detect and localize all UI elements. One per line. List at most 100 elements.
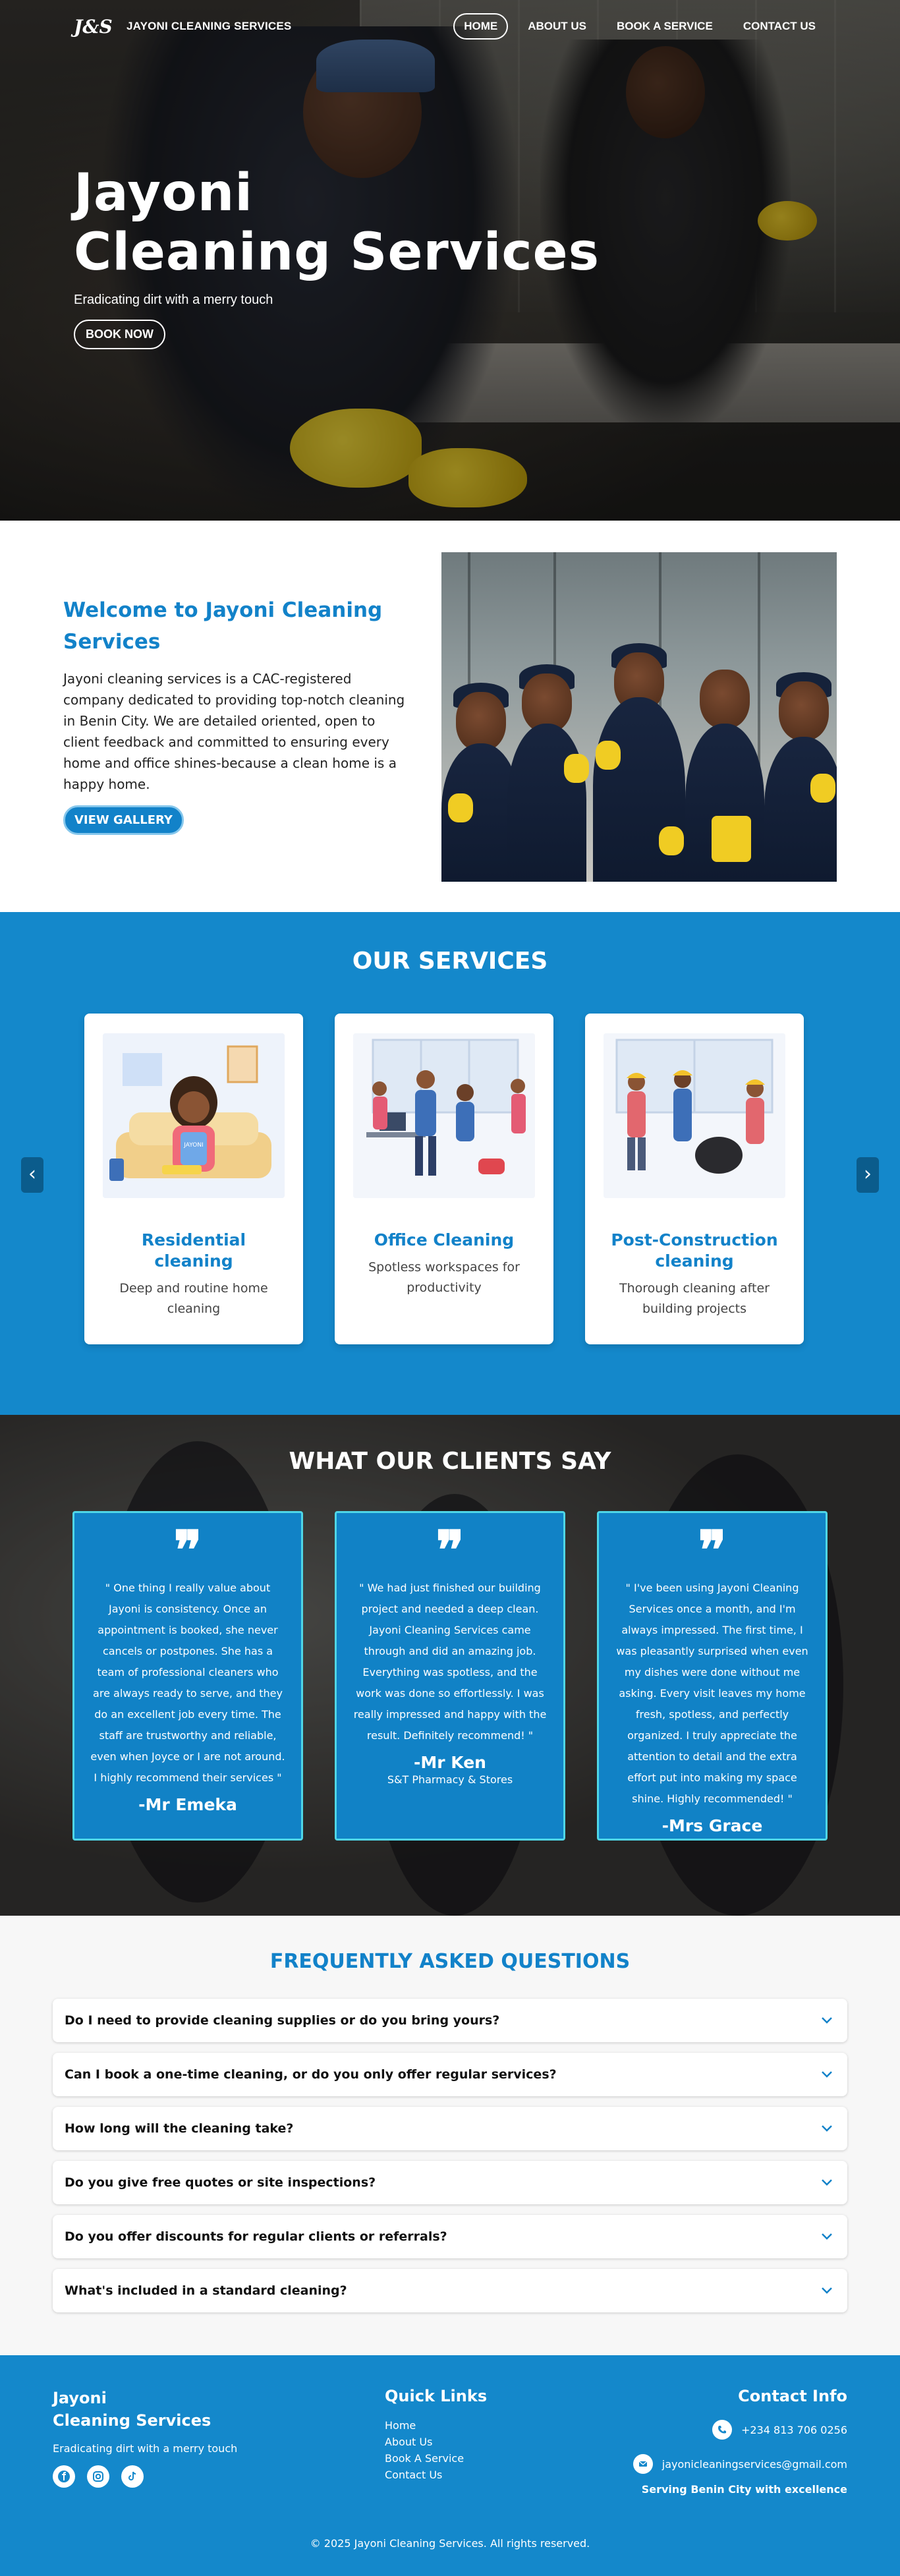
footer-contact: Contact Info +234 813 706 0256 jayonicle… — [633, 2387, 847, 2496]
welcome-title: Welcome to Jayoni Cleaning Services — [63, 598, 383, 654]
carousel-prev-button[interactable]: ‹ — [21, 1157, 43, 1193]
phone-icon — [712, 2420, 732, 2440]
nav-menu: HOME ABOUT US BOOK A SERVICE CONTACT US — [453, 13, 826, 40]
testimonial-card: ❞ " One thing I really value about Jayon… — [72, 1511, 303, 1841]
faq-item[interactable]: How long will the cleaning take? — [53, 2107, 847, 2150]
nav-contact-link[interactable]: CONTACT US — [733, 13, 826, 40]
service-card-title: Post-Construction cleaning — [611, 1230, 778, 1271]
hero-title-line-2: Cleaning Services — [74, 223, 600, 282]
faq-section: FREQUENTLY ASKED QUESTIONS Do I need to … — [0, 1916, 900, 2355]
footer-link-home[interactable]: Home — [385, 2417, 487, 2434]
faq-question: Do you offer discounts for regular clien… — [65, 2229, 447, 2244]
chevron-down-icon[interactable] — [818, 2228, 835, 2245]
apron-text: JAYONI — [183, 1142, 203, 1149]
faq-question: How long will the cleaning take? — [65, 2121, 294, 2136]
faq-list: Do I need to provide cleaning supplies o… — [53, 1999, 847, 2323]
tiktok-icon[interactable] — [121, 2465, 144, 2488]
nav-about-link[interactable]: ABOUT US — [517, 13, 597, 40]
service-card-description: Spotless workspaces for productivity — [368, 1260, 520, 1295]
service-card-description: Thorough cleaning after building project… — [619, 1281, 770, 1316]
faq-question: Can I book a one-time cleaning, or do yo… — [65, 2067, 557, 2082]
faq-item[interactable]: Do I need to provide cleaning supplies o… — [53, 1999, 847, 2042]
faq-question: Do you give free quotes or site inspecti… — [65, 2175, 376, 2190]
footer-brand: Jayoni Cleaning Services Eradicating dir… — [53, 2387, 237, 2488]
contact-email[interactable]: jayonicleaningservices@gmail.com — [633, 2454, 847, 2474]
footer-brand-line-1: Jayoni — [53, 2389, 107, 2407]
faq-question: What's included in a standard cleaning? — [65, 2283, 347, 2298]
testimonials-section: WHAT OUR CLIENTS SAY ❞ " One thing I rea… — [0, 1415, 900, 1916]
faq-item[interactable]: Can I book a one-time cleaning, or do yo… — [53, 2053, 847, 2096]
faq-item[interactable]: What's included in a standard cleaning? — [53, 2269, 847, 2312]
quick-links-list: Home About Us Book A Service Contact Us — [385, 2417, 487, 2483]
facebook-icon[interactable] — [53, 2465, 75, 2488]
copyright: © 2025 Jayoni Cleaning Services. All rig… — [310, 2537, 590, 2550]
quote-icon: ❞ — [436, 1519, 464, 1581]
testimonial-card: ❞ " I've been using Jayoni Cleaning Serv… — [597, 1511, 828, 1841]
service-card-post-construction[interactable]: Post-Construction cleaning Thorough clea… — [585, 1014, 804, 1344]
services-carousel: JAYONI Residential cleaning Deep and rou… — [84, 1014, 804, 1344]
service-card-office[interactable]: Office Cleaning Spotless workspaces for … — [335, 1014, 553, 1344]
welcome-description: Jayoni cleaning services is a CAC-regist… — [63, 671, 405, 792]
chevron-down-icon[interactable] — [818, 2012, 835, 2029]
brand-name[interactable]: JAYONI CLEANING SERVICES — [127, 20, 291, 33]
service-card-description: Deep and routine home cleaning — [119, 1281, 268, 1316]
services-section: OUR SERVICES ‹ › JAYONI Residential clea… — [0, 912, 900, 1415]
hero-content: Jayoni Cleaning Services Eradicating dir… — [74, 163, 600, 349]
chevron-down-icon[interactable] — [818, 2174, 835, 2191]
office-cleaning-illustration — [353, 1033, 535, 1198]
footer-link-book[interactable]: Book A Service — [385, 2450, 487, 2467]
footer-brand-line-2: Cleaning Services — [53, 2411, 211, 2430]
footer-link-contact[interactable]: Contact Us — [385, 2467, 487, 2483]
hero-title-line-1: Jayoni — [74, 163, 253, 223]
nav-book-link[interactable]: BOOK A SERVICE — [606, 13, 723, 40]
serving-statement: Serving Benin City with excellence — [641, 2483, 847, 2496]
footer-link-about[interactable]: About Us — [385, 2434, 487, 2450]
book-now-button[interactable]: BOOK NOW — [74, 320, 165, 349]
service-card-title: Residential cleaning — [141, 1230, 246, 1271]
view-gallery-button[interactable]: VIEW GALLERY — [63, 805, 184, 835]
contact-info-title: Contact Info — [738, 2387, 847, 2405]
faq-title: FREQUENTLY ASKED QUESTIONS — [269, 1950, 631, 1973]
chevron-down-icon[interactable] — [818, 2066, 835, 2083]
hero-subtitle: Eradicating dirt with a merry touch — [74, 293, 273, 307]
site-footer: Jayoni Cleaning Services Eradicating dir… — [0, 2355, 900, 2576]
faq-question: Do I need to provide cleaning supplies o… — [65, 2013, 500, 2028]
quote-icon: ❞ — [698, 1519, 727, 1581]
faq-item[interactable]: Do you offer discounts for regular clien… — [53, 2215, 847, 2258]
service-card-residential[interactable]: JAYONI Residential cleaning Deep and rou… — [84, 1014, 303, 1344]
footer-brand-name: Jayoni Cleaning Services — [53, 2387, 237, 2432]
testimonials-title: WHAT OUR CLIENTS SAY — [289, 1448, 611, 1475]
footer-quick-links: Quick Links Home About Us Book A Service… — [385, 2387, 487, 2483]
phone-number: +234 813 706 0256 — [741, 2423, 847, 2436]
testimonial-quote: " I've been using Jayoni Cleaning Servic… — [616, 1582, 808, 1805]
hero-section: J&S JAYONI CLEANING SERVICES HOME ABOUT … — [0, 0, 900, 521]
testimonial-list: ❞ " One thing I really value about Jayon… — [72, 1511, 828, 1841]
faq-item[interactable]: Do you give free quotes or site inspecti… — [53, 2161, 847, 2204]
chevron-down-icon[interactable] — [818, 2282, 835, 2299]
contact-phone[interactable]: +234 813 706 0256 — [633, 2420, 847, 2440]
testimonial-quote: " We had just finished our building proj… — [353, 1582, 547, 1742]
testimonial-author: -Mrs Grace — [661, 1816, 763, 1835]
residential-cleaning-illustration: JAYONI — [103, 1033, 285, 1198]
services-title: OUR SERVICES — [352, 948, 548, 975]
brand-logo[interactable]: J&S — [74, 13, 116, 40]
email-icon — [633, 2454, 653, 2474]
post-construction-cleaning-illustration — [604, 1033, 785, 1198]
carousel-next-button[interactable]: › — [857, 1157, 879, 1193]
testimonial-author: -Mr Ken — [414, 1753, 486, 1772]
testimonial-card: ❞ " We had just finished our building pr… — [335, 1511, 565, 1841]
chevron-down-icon[interactable] — [818, 2120, 835, 2137]
testimonial-author: -Mr Emeka — [138, 1795, 237, 1814]
social-links — [53, 2465, 237, 2488]
nav-home-link[interactable]: HOME — [453, 13, 509, 40]
brand[interactable]: J&S JAYONI CLEANING SERVICES — [74, 13, 291, 40]
instagram-icon[interactable] — [87, 2465, 109, 2488]
service-card-title: Office Cleaning — [374, 1230, 515, 1249]
team-photo — [441, 552, 837, 882]
hero-title: Jayoni Cleaning Services — [74, 163, 600, 282]
testimonial-quote: " One thing I really value about Jayoni … — [90, 1582, 285, 1784]
testimonial-organization: S&T Pharmacy & Stores — [387, 1773, 513, 1786]
quick-links-title: Quick Links — [385, 2387, 488, 2405]
quote-icon: ❞ — [173, 1519, 202, 1581]
welcome-section: Welcome to Jayoni Cleaning Services Jayo… — [0, 521, 900, 912]
